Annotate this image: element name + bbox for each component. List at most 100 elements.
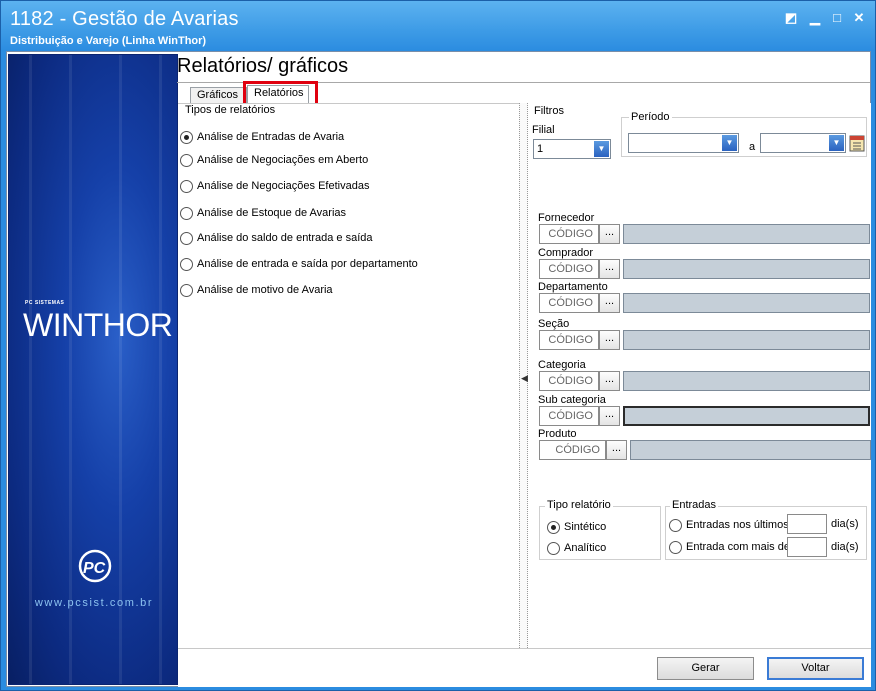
categoria-code-input[interactable]: CÓDIGO — [539, 371, 599, 391]
report-option-label: Análise de Entradas de Avaria — [197, 131, 345, 143]
entradas-option-label: Entradas nos últimos — [686, 519, 789, 531]
report-option-label: Análise de Estoque de Avarias — [197, 207, 347, 219]
fornecedor-code-input[interactable]: CÓDIGO — [539, 224, 599, 244]
report-option[interactable]: Análise de Entradas de Avaria — [180, 129, 344, 145]
periodo-end-date[interactable]: ▼ — [760, 133, 846, 153]
produto-code-input[interactable]: CÓDIGO — [539, 440, 606, 460]
window-subtitle: Distribuição e Varejo (Linha WinThor) — [10, 35, 207, 47]
departamento-description — [623, 293, 870, 313]
radio-button[interactable] — [180, 179, 193, 193]
periodo-label: Período — [629, 111, 672, 123]
comprador-description — [623, 259, 870, 279]
brand-small-text: PC SISTEMAS — [25, 300, 65, 306]
comprador-lookup-button[interactable]: ... — [599, 259, 620, 279]
fornecedor-description — [623, 224, 870, 244]
entradas-option-ultimos[interactable]: Entradas nos últimos — [669, 517, 789, 533]
winthor-banner: PC SISTEMAS WINTHOR PC www.pcsist.com.br — [8, 54, 178, 685]
voltar-button[interactable]: Voltar — [767, 657, 864, 680]
filters-group: Filtros Filial 1 ▼ Período ▼ a ▼ Fornece… — [528, 103, 871, 648]
client-area: PC SISTEMAS WINTHOR PC www.pcsist.com.br… — [6, 51, 871, 687]
tab-graficos[interactable]: Gráficos — [190, 87, 247, 103]
report-types-legend: Tipos de relatórios — [183, 104, 278, 116]
filial-value: 1 — [537, 143, 544, 155]
report-option[interactable]: Análise de Estoque de Avarias — [180, 205, 346, 221]
subcategoria-description — [623, 406, 870, 426]
pc-logo-icon: PC — [78, 549, 112, 583]
action-bar: Gerar Voltar — [178, 648, 871, 687]
tipo-option-label: Analítico — [564, 542, 607, 554]
periodo-separator: a — [749, 141, 756, 153]
categoria-description — [623, 371, 870, 391]
website-text: www.pcsist.com.br — [34, 597, 154, 609]
report-option-label: Análise de Negociações Efetivadas — [197, 180, 370, 192]
departamento-label: Departamento — [538, 281, 608, 293]
radio-button[interactable] — [180, 153, 193, 167]
filial-select[interactable]: 1 ▼ — [533, 139, 611, 159]
entradas-unit-label: dia(s) — [831, 518, 859, 530]
categoria-lookup-button[interactable]: ... — [599, 371, 620, 391]
entradas-option-mais-de[interactable]: Entrada com mais de — [669, 539, 790, 555]
fornecedor-lookup-button[interactable]: ... — [599, 224, 620, 244]
categoria-label: Categoria — [538, 359, 586, 371]
secao-description — [623, 330, 870, 350]
report-option[interactable]: Análise de motivo de Avaria — [180, 282, 333, 298]
restore-icon[interactable]: ◩ — [783, 10, 799, 26]
produto-label: Produto — [538, 428, 577, 440]
subcategoria-code-input[interactable]: CÓDIGO — [539, 406, 599, 426]
periodo-start-date[interactable]: ▼ — [628, 133, 739, 153]
subcategoria-lookup-button[interactable]: ... — [599, 406, 620, 426]
entradas-unit-label: dia(s) — [831, 541, 859, 553]
report-option[interactable]: Análise de Negociações Efetivadas — [180, 178, 369, 194]
chevron-down-icon[interactable]: ▼ — [829, 135, 844, 151]
report-types-group: Tipos de relatórios Análise de Entradas … — [178, 103, 519, 648]
report-option[interactable]: Análise de Negociações em Aberto — [180, 152, 368, 168]
application-window: 1182 - Gestão de Avarias Distribuição e … — [0, 0, 876, 691]
entradas-legend: Entradas — [670, 499, 719, 511]
winthor-logo: WINTHOR — [23, 307, 173, 343]
report-option[interactable]: Análise de entrada e saída por departame… — [180, 256, 418, 272]
window-title: 1182 - Gestão de Avarias — [10, 8, 239, 30]
chevron-left-icon[interactable]: ◀ — [521, 373, 528, 384]
comprador-code-input[interactable]: CÓDIGO — [539, 259, 599, 279]
panel-splitter[interactable]: ◀ — [519, 103, 528, 648]
radio-button[interactable] — [547, 541, 560, 555]
pc-logo-text: PC — [83, 560, 106, 577]
report-option-label: Análise de Negociações em Aberto — [197, 154, 369, 166]
report-option-label: Análise do saldo de entrada e saída — [197, 232, 373, 244]
report-option-label: Análise de motivo de Avaria — [197, 284, 333, 296]
report-option[interactable]: Análise do saldo de entrada e saída — [180, 230, 373, 246]
tipo-option-analitico[interactable]: Analítico — [547, 540, 606, 556]
radio-button[interactable] — [669, 518, 682, 532]
radio-button[interactable] — [180, 206, 193, 220]
entradas-mais-de-days-input[interactable] — [787, 537, 827, 557]
produto-description — [630, 440, 871, 460]
tipo-option-label: Sintético — [564, 521, 607, 533]
secao-lookup-button[interactable]: ... — [599, 330, 620, 350]
radio-button[interactable] — [180, 257, 193, 271]
close-icon[interactable]: ✕ — [851, 10, 867, 26]
radio-button[interactable] — [180, 130, 193, 144]
gerar-button[interactable]: Gerar — [657, 657, 754, 680]
departamento-lookup-button[interactable]: ... — [599, 293, 620, 313]
entradas-option-label: Entrada com mais de — [686, 541, 790, 553]
radio-button[interactable] — [547, 520, 560, 534]
report-option-label: Análise de entrada e saída por departame… — [197, 258, 418, 270]
subcategoria-label: Sub categoria — [538, 394, 606, 406]
secao-code-input[interactable]: CÓDIGO — [539, 330, 599, 350]
radio-button[interactable] — [669, 540, 682, 554]
filters-legend: Filtros — [534, 105, 564, 117]
tipo-option-sintetico[interactable]: Sintético — [547, 519, 606, 535]
maximize-icon[interactable]: □ — [829, 10, 845, 26]
comprador-label: Comprador — [538, 247, 594, 259]
minimize-icon[interactable]: ▁ — [807, 10, 823, 26]
radio-button[interactable] — [180, 283, 193, 297]
calendar-icon[interactable] — [848, 133, 866, 153]
departamento-code-input[interactable]: CÓDIGO — [539, 293, 599, 313]
filial-label: Filial — [532, 124, 555, 136]
chevron-down-icon[interactable]: ▼ — [722, 135, 737, 151]
tipo-relatorio-legend: Tipo relatório — [545, 499, 613, 511]
produto-lookup-button[interactable]: ... — [606, 440, 627, 460]
entradas-ultimos-days-input[interactable] — [787, 514, 827, 534]
chevron-down-icon[interactable]: ▼ — [594, 141, 609, 157]
radio-button[interactable] — [180, 231, 193, 245]
